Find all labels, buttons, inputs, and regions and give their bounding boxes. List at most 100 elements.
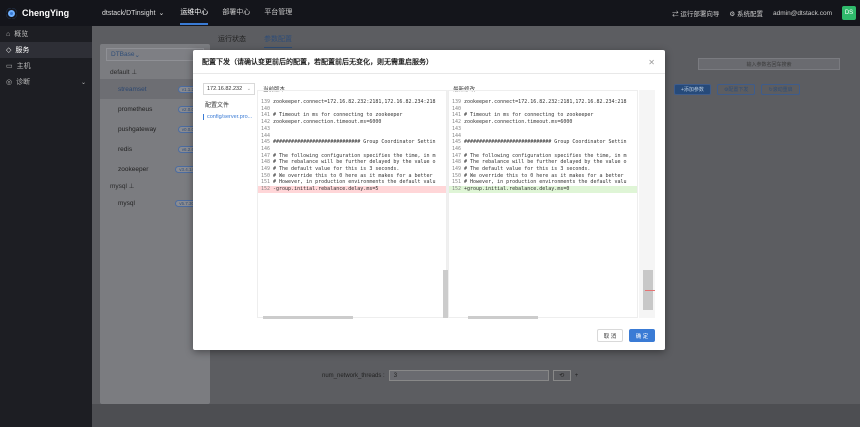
line-number: 148 bbox=[451, 159, 461, 166]
code-latest: 139 zookeeper.connect=172.16.82.232:2181,… bbox=[449, 91, 637, 193]
modal-footer: 取 消 确 定 bbox=[597, 329, 655, 342]
nav-ops-center[interactable]: 运维中心 bbox=[180, 1, 209, 25]
host-value: 172.16.82.232 bbox=[207, 86, 243, 92]
sidebar-item-overview[interactable]: ⌂ 概览 bbox=[0, 26, 92, 42]
line-text: # The rebalance will be further delayed … bbox=[273, 159, 436, 166]
line-number: 147 bbox=[260, 152, 270, 159]
line-number: 150 bbox=[451, 172, 461, 179]
button-label: 滚动重启 bbox=[772, 87, 793, 93]
line-text: # Timeout in ms for connecting to zookee… bbox=[464, 112, 594, 119]
code-line: 152 +group.initial.rebalance.delay.ms=0 bbox=[449, 186, 637, 193]
cancel-button[interactable]: 取 消 bbox=[597, 329, 623, 342]
tab-run-status[interactable]: 运行状态 bbox=[218, 34, 246, 48]
dispatch-config-button[interactable]: ⚙ 配置下发 bbox=[716, 84, 756, 95]
code-line: 149 # The default value for this is 3 sec… bbox=[258, 166, 446, 173]
product-select[interactable]: DTBase ⌄ bbox=[106, 48, 204, 61]
product-name: DTBase bbox=[111, 51, 135, 58]
rolling-restart-button[interactable]: ↻ 滚动重启 bbox=[761, 84, 800, 95]
horizontal-scrollbar-right[interactable] bbox=[468, 316, 538, 319]
add-param-button[interactable]: + 添加参数 bbox=[674, 84, 711, 95]
tab-bar: 运行状态 参数配置 bbox=[218, 34, 292, 48]
code-line: 144 bbox=[258, 133, 446, 140]
top-nav: 运维中心 部署中心 平台管理 bbox=[180, 1, 292, 25]
horizontal-scrollbar-left[interactable] bbox=[263, 316, 353, 319]
confirm-button[interactable]: 确 定 bbox=[629, 329, 655, 342]
guide-link[interactable]: ⇄ 运行部署向导 bbox=[672, 8, 719, 18]
host-icon: ▭ bbox=[6, 63, 13, 70]
code-line: 139 zookeeper.connect=172.16.82.232:2181,… bbox=[449, 99, 637, 106]
tab-param-config[interactable]: 参数配置 bbox=[264, 34, 292, 48]
file-item[interactable]: config/server.pro... bbox=[203, 114, 252, 120]
home-icon: ⌂ bbox=[6, 30, 11, 38]
diff-overview-ruler[interactable] bbox=[639, 90, 655, 318]
line-text: ############################# Group Coor… bbox=[464, 139, 627, 146]
diagnose-icon: ◎ bbox=[6, 79, 13, 86]
logo[interactable]: ChengYing bbox=[0, 7, 88, 19]
action-buttons: + 添加参数 ⚙ 配置下发 ↻ 滚动重启 bbox=[674, 84, 800, 95]
line-text: zookeeper.connection.timeout.ms=6000 bbox=[464, 119, 573, 126]
code-line: 151 # However, in production environments… bbox=[258, 179, 446, 186]
line-number: 147 bbox=[451, 152, 461, 159]
code-line: 147 # The following configuration specifi… bbox=[449, 153, 637, 160]
chevron-down-icon: ⌄ bbox=[158, 10, 165, 17]
code-line: 145 ############################# Group C… bbox=[449, 139, 637, 146]
code-line: 150 # We override this to 0 here as it ma… bbox=[449, 173, 637, 180]
close-icon[interactable]: ✕ bbox=[648, 58, 655, 67]
line-number: 146 bbox=[260, 145, 270, 152]
line-text: zookeeper.connection.timeout.ms=6000 bbox=[273, 119, 382, 126]
line-number: 146 bbox=[451, 145, 461, 152]
avatar[interactable]: DS bbox=[842, 6, 856, 20]
line-number: 140 bbox=[451, 105, 461, 112]
line-number: 141 bbox=[260, 112, 270, 119]
line-number: 140 bbox=[260, 105, 270, 112]
chevron-down-icon: ⌄ bbox=[134, 51, 140, 59]
code-line: 143 bbox=[258, 126, 446, 133]
sidebar-item-service[interactable]: ◇ 服务 bbox=[0, 42, 92, 58]
top-bar: ChengYing dtstack/DTinsight ⌄ 运维中心 部署中心 … bbox=[0, 0, 860, 26]
line-number: 148 bbox=[260, 159, 270, 166]
sidebar-item-label: 概览 bbox=[14, 31, 29, 38]
code-line: 141 # Timeout in ms for connecting to zoo… bbox=[449, 112, 637, 119]
line-text: -group.initial.rebalance.delay.ms=5 bbox=[273, 186, 379, 193]
line-text: # However, in production environments th… bbox=[273, 179, 436, 186]
line-number: 145 bbox=[451, 139, 461, 146]
sidebar: ⌂ 概览 ◇ 服务 ▭ 主机 ◎ 诊断 ⌄ bbox=[0, 26, 92, 427]
chevron-down-icon: ⌄ bbox=[80, 79, 86, 86]
settings-link[interactable]: ⚙ 系统配置 bbox=[729, 8, 763, 18]
code-line: 144 bbox=[449, 133, 637, 140]
footer-area bbox=[92, 404, 860, 427]
line-text: # We override this to 0 here as it makes… bbox=[273, 172, 433, 179]
nav-deploy-center[interactable]: 部署中心 bbox=[222, 1, 250, 25]
host-select[interactable]: 172.16.82.232 ⌄ bbox=[203, 83, 255, 95]
code-line: 145 ############################# Group C… bbox=[258, 139, 446, 146]
code-line: 140 bbox=[258, 106, 446, 113]
param-search-input[interactable]: 输入参数名回车搜索 bbox=[698, 58, 840, 70]
param-value-input[interactable]: 3 bbox=[388, 370, 549, 381]
code-line: 148 # The rebalance will be further delay… bbox=[258, 159, 446, 166]
code-line: 149 # The default value for this is 3 sec… bbox=[449, 166, 637, 173]
line-text: ############################# Group Coor… bbox=[273, 139, 436, 146]
logo-icon bbox=[6, 7, 17, 19]
code-line: 143 bbox=[449, 126, 637, 133]
vertical-scrollbar[interactable] bbox=[443, 270, 448, 318]
diff-pane-latest[interactable]: 139 zookeeper.connect=172.16.82.232:2181,… bbox=[448, 90, 638, 318]
code-line: 139 zookeeper.connect=172.16.82.232:2181,… bbox=[258, 99, 446, 106]
line-number: 139 bbox=[451, 99, 461, 105]
cluster-name: dtstack/DTinsight bbox=[102, 9, 156, 17]
line-text: # Timeout in ms for connecting to zookee… bbox=[273, 112, 403, 119]
code-line: 146 bbox=[449, 146, 637, 153]
sidebar-item-host[interactable]: ▭ 主机 bbox=[0, 58, 92, 74]
line-number: 144 bbox=[451, 132, 461, 139]
user-menu[interactable]: admin@dtstack.com bbox=[773, 10, 832, 17]
code-line: 151 # However, in production environments… bbox=[449, 179, 637, 186]
service-icon: ◇ bbox=[6, 47, 12, 54]
diff-pane-current[interactable]: 139 zookeeper.connect=172.16.82.232:2181,… bbox=[257, 90, 447, 318]
line-number: 143 bbox=[451, 125, 461, 132]
reset-icon[interactable]: ⟲ bbox=[552, 370, 571, 381]
cluster-selector[interactable]: dtstack/DTinsight ⌄ bbox=[102, 9, 165, 18]
nav-platform-admin[interactable]: 平台管理 bbox=[264, 1, 292, 25]
sidebar-item-diagnose[interactable]: ◎ 诊断 ⌄ bbox=[0, 74, 92, 90]
line-text: # However, in production environments th… bbox=[464, 179, 627, 186]
group-name: default bbox=[110, 69, 130, 76]
plus-icon[interactable]: + bbox=[575, 373, 579, 379]
